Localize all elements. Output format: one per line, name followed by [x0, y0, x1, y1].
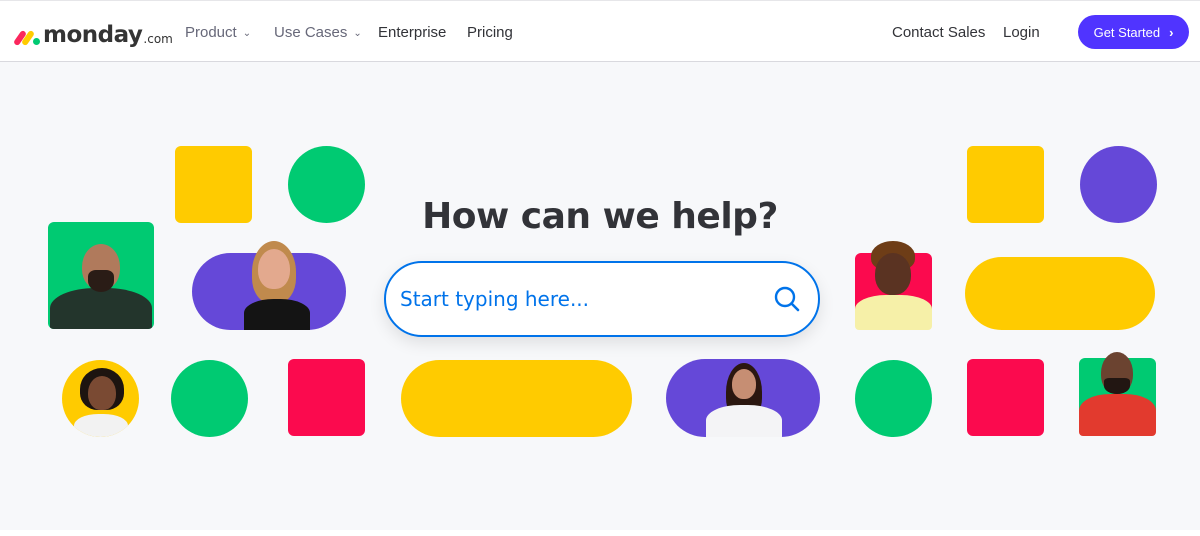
decorative-yellow-pill	[401, 360, 632, 437]
team-member-photo	[855, 241, 932, 330]
nav-pricing-label: Pricing	[467, 23, 513, 41]
chevron-down-icon: ⌄	[242, 27, 252, 39]
page-title: How can we help?	[422, 196, 778, 237]
get-started-button[interactable]: Get Started ›	[1078, 15, 1189, 49]
decorative-red-square	[288, 359, 365, 436]
get-started-label: Get Started	[1093, 24, 1161, 40]
nav-product[interactable]: Product ⌄	[185, 1, 251, 63]
nav-pricing[interactable]: Pricing	[467, 1, 513, 63]
team-member-photo	[192, 241, 346, 330]
login-label: Login	[1003, 23, 1040, 41]
contact-sales-link[interactable]: Contact Sales	[892, 1, 985, 63]
decorative-yellow-pill	[965, 257, 1155, 330]
nav-enterprise[interactable]: Enterprise	[378, 1, 446, 63]
nav-use-cases-label: Use Cases	[274, 23, 348, 41]
decorative-red-square	[967, 359, 1044, 436]
decorative-green-circle	[171, 360, 248, 437]
chevron-down-icon: ⌄	[353, 27, 362, 39]
monday-logo-mark-icon	[12, 25, 40, 47]
help-search-input[interactable]	[386, 263, 772, 335]
logo-wordmark: monday	[43, 22, 143, 48]
nav-product-label: Product	[185, 23, 237, 41]
help-search-box	[384, 261, 820, 337]
chevron-right-icon: ›	[1169, 24, 1174, 40]
team-member-photo	[1079, 352, 1156, 436]
team-member-photo	[62, 360, 139, 437]
monday-logo[interactable]: monday .com	[12, 17, 173, 48]
team-member-photo	[666, 359, 820, 437]
page-divider	[0, 530, 1200, 536]
nav-enterprise-label: Enterprise	[378, 23, 447, 41]
logo-suffix: .com	[143, 32, 173, 46]
search-icon[interactable]	[772, 284, 802, 314]
nav-use-cases[interactable]: Use Cases ⌄	[274, 1, 362, 63]
contact-sales-label: Contact Sales	[892, 23, 986, 41]
decorative-green-circle	[855, 360, 932, 437]
team-member-photo	[48, 222, 154, 329]
top-navigation-bar: monday .com Product ⌄ Use Cases ⌄ Enterp…	[0, 0, 1200, 62]
login-link[interactable]: Login	[1003, 1, 1040, 63]
